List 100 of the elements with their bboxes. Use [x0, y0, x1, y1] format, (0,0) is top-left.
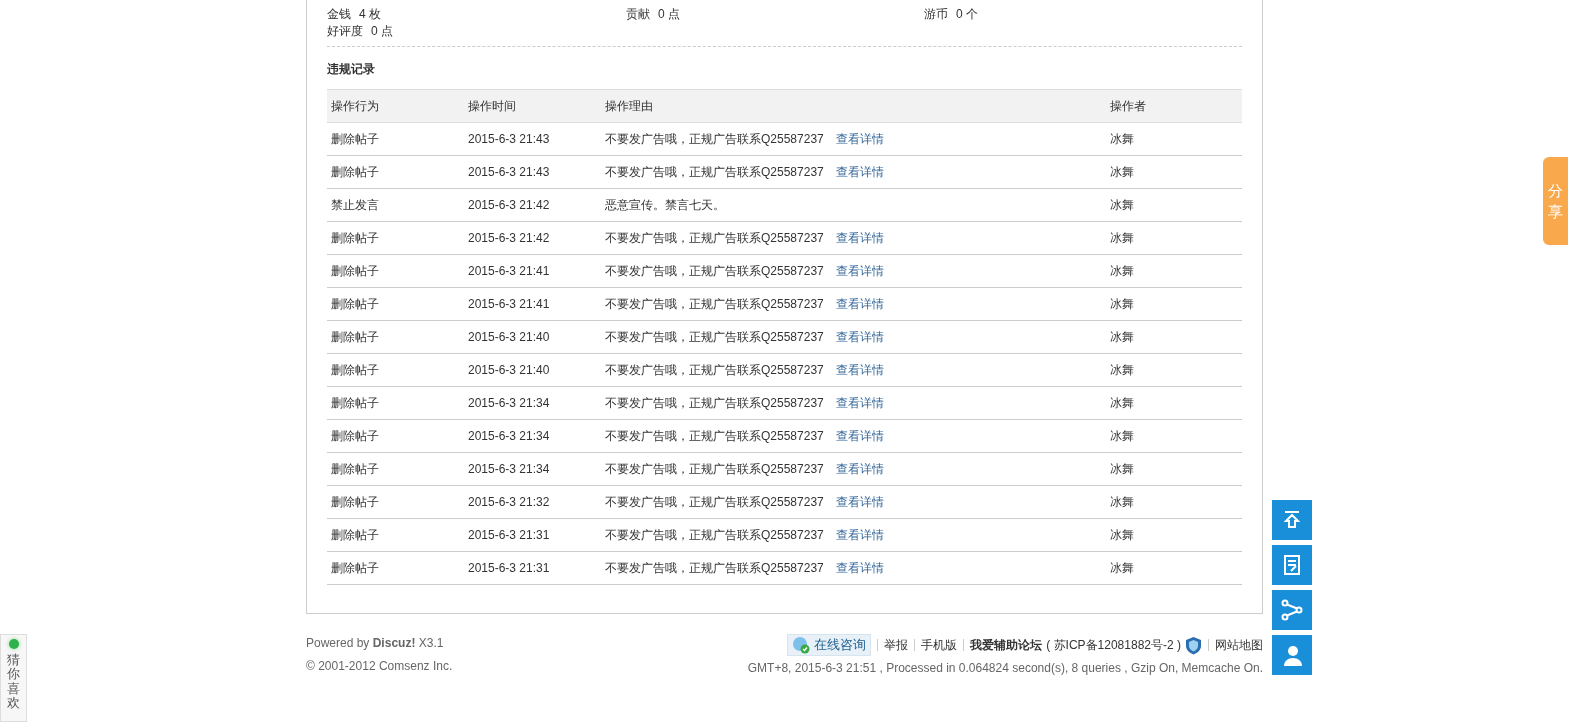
table-cell: 恶意宣传。禁言七天。 [605, 198, 725, 212]
table-cell: 冰舞 [1106, 518, 1242, 552]
powered-by-text: Powered by Discuz! X3.1 [306, 635, 445, 652]
table-cell: 2015-6-3 21:40 [464, 320, 601, 354]
table-cell: 不要发广告哦，正规广告联系Q25587237 [605, 462, 824, 476]
detail-link[interactable]: 查看详情 [835, 231, 884, 245]
back-to-top-button[interactable] [1272, 500, 1312, 540]
table-cell: 不要发广告哦，正规广告联系Q25587237 [605, 495, 824, 509]
table-cell: 不要发广告哦，正规广告联系Q25587237 [605, 363, 824, 377]
user-button[interactable] [1272, 635, 1312, 675]
table-cell: 冰舞 [1106, 287, 1242, 321]
table-cell: 不要发广告哦，正规广告联系Q25587237 [605, 561, 824, 575]
detail-link[interactable]: 查看详情 [835, 297, 884, 311]
stat-label: 金钱 [327, 6, 351, 23]
table-cell: 冰舞 [1106, 254, 1242, 288]
status-text: GMT+8, 2015-6-3 21:51 , Processed in 0.064824 second(s), 8 queries , Gzip On, Memcache On. [747, 660, 1263, 677]
stat-value: 0 点 [371, 23, 393, 40]
table-cell: 不要发广告哦，正规广告联系Q25587237 [605, 132, 824, 146]
column-header: 操作理由 [601, 89, 1106, 123]
table-cell: 冰舞 [1106, 485, 1242, 519]
table-cell: 不要发广告哦，正规广告联系Q25587237 [605, 264, 824, 278]
stat-label: 贡献 [626, 6, 650, 23]
stat-label: 游币 [924, 6, 948, 23]
detail-link[interactable]: 查看详情 [835, 363, 884, 377]
table-cell: 冰舞 [1106, 419, 1242, 453]
edit-post-button[interactable] [1272, 545, 1312, 585]
detail-link[interactable]: 查看详情 [835, 462, 884, 476]
site-name-link[interactable]: 我爱辅助论坛 [970, 636, 1043, 654]
section-title: 违规记录 [327, 61, 375, 77]
document-edit-icon [1283, 554, 1301, 576]
online-consult-button[interactable]: 在线咨询 [787, 634, 872, 656]
detail-link[interactable]: 查看详情 [835, 264, 884, 278]
table-cell: 删除帖子 [327, 518, 464, 552]
table-cell: 2015-6-3 21:32 [464, 485, 601, 519]
table-cell: 冰舞 [1106, 221, 1242, 255]
table-cell: 2015-6-3 21:34 [464, 419, 601, 453]
table-cell: 删除帖子 [327, 353, 464, 387]
table-cell: 2015-6-3 21:42 [464, 221, 601, 255]
stat-label: 好评度 [327, 23, 363, 40]
recommend-widget[interactable]: 猜你喜欢 [0, 634, 27, 722]
table-cell: 删除帖子 [327, 254, 464, 288]
copyright-text: © 2001-2012 Comsenz Inc. [306, 658, 453, 675]
table-cell: 不要发广告哦，正规广告联系Q25587237 [605, 231, 824, 245]
table-cell: 冰舞 [1106, 155, 1242, 189]
share-button[interactable] [1272, 590, 1312, 630]
table-cell: 删除帖子 [327, 155, 464, 189]
stat-value: 4 枚 [359, 6, 381, 23]
back-to-top-icon [1282, 510, 1302, 530]
table-cell: 2015-6-3 21:43 [464, 122, 601, 156]
shield-icon [1185, 635, 1202, 655]
table-cell: 冰舞 [1106, 386, 1242, 420]
detail-link[interactable]: 查看详情 [835, 165, 884, 179]
table-cell: 冰舞 [1106, 188, 1242, 222]
stat-value: 0 点 [658, 6, 680, 23]
table-cell: 2015-6-3 21:34 [464, 452, 601, 486]
share-icon [1281, 599, 1303, 621]
table-cell: 不要发广告哦，正规广告联系Q25587237 [605, 165, 824, 179]
table-cell: 删除帖子 [327, 485, 464, 519]
table-cell: 删除帖子 [327, 221, 464, 255]
table-cell: 删除帖子 [327, 320, 464, 354]
detail-link[interactable]: 查看详情 [835, 396, 884, 410]
detail-link[interactable]: 查看详情 [835, 561, 884, 575]
detail-link[interactable]: 查看详情 [835, 132, 884, 146]
table-cell: 2015-6-3 21:31 [464, 551, 601, 585]
table-cell: 禁止发言 [327, 188, 464, 222]
table-cell: 冰舞 [1106, 452, 1242, 486]
footer-link[interactable]: 手机版 [921, 636, 958, 654]
table-cell: 2015-6-3 21:34 [464, 386, 601, 420]
detail-link[interactable]: 查看详情 [835, 528, 884, 542]
table-cell: 删除帖子 [327, 452, 464, 486]
table-cell: 不要发广告哦，正规广告联系Q25587237 [605, 429, 824, 443]
table-cell: 删除帖子 [327, 287, 464, 321]
stat-value: 0 个 [956, 6, 978, 23]
footer-link[interactable]: 举报 [884, 636, 909, 654]
table-cell: 不要发广告哦，正规广告联系Q25587237 [605, 396, 824, 410]
table-cell: 冰舞 [1106, 122, 1242, 156]
column-header: 操作行为 [327, 89, 464, 123]
table-cell: 冰舞 [1106, 551, 1242, 585]
table-cell: 删除帖子 [327, 419, 464, 453]
detail-link[interactable]: 查看详情 [835, 330, 884, 344]
table-cell: 冰舞 [1106, 353, 1242, 387]
table-cell: 2015-6-3 21:43 [464, 155, 601, 189]
table-cell: 2015-6-3 21:41 [464, 287, 601, 321]
table-cell: 2015-6-3 21:31 [464, 518, 601, 552]
table-cell: 2015-6-3 21:41 [464, 254, 601, 288]
table-cell: 不要发广告哦，正规广告联系Q25587237 [605, 297, 824, 311]
detail-link[interactable]: 查看详情 [835, 429, 884, 443]
table-cell: 冰舞 [1106, 320, 1242, 354]
footer-link[interactable]: 网站地图 [1215, 636, 1263, 654]
icp-text: ( 苏ICP备12081882号-2 ) [1046, 637, 1181, 654]
table-cell: 删除帖子 [327, 551, 464, 585]
table-cell: 2015-6-3 21:40 [464, 353, 601, 387]
table-cell: 2015-6-3 21:42 [464, 188, 601, 222]
column-header: 操作时间 [464, 89, 601, 123]
table-cell: 不要发广告哦，正规广告联系Q25587237 [605, 330, 824, 344]
table-cell: 删除帖子 [327, 386, 464, 420]
table-cell: 不要发广告哦，正规广告联系Q25587237 [605, 528, 824, 542]
detail-link[interactable]: 查看详情 [835, 495, 884, 509]
table-cell: 删除帖子 [327, 122, 464, 156]
column-header: 操作者 [1106, 89, 1242, 123]
